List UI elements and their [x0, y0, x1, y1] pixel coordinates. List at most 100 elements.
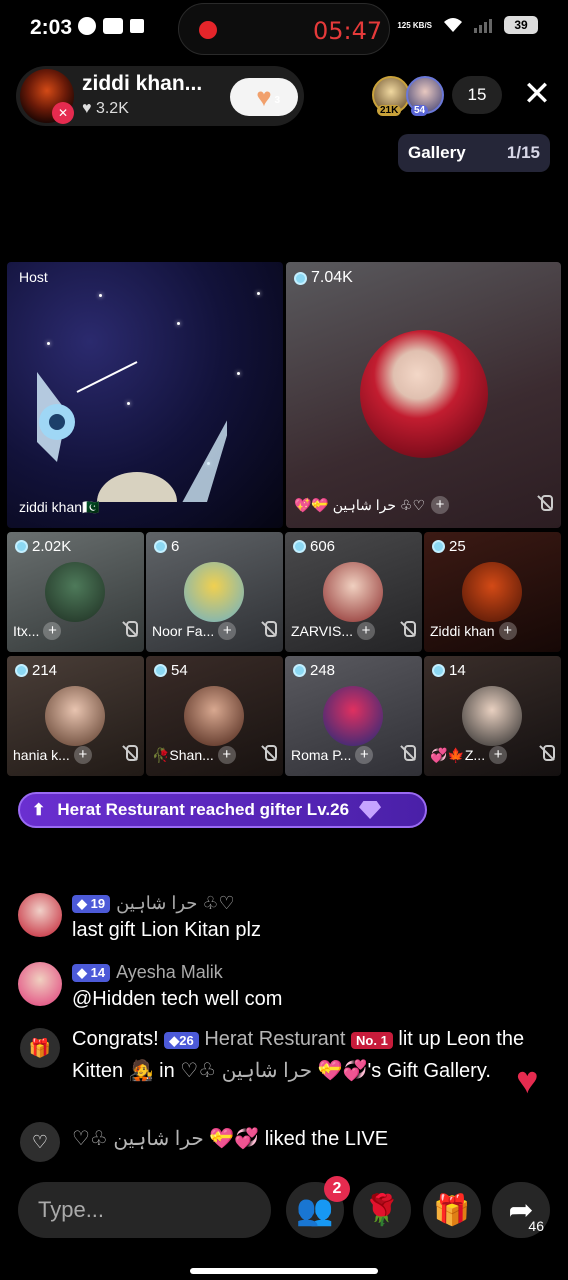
- guest-seat[interactable]: 248 Roma P... +: [285, 656, 422, 776]
- guest-seat[interactable]: 14 💞🍁Z... +: [424, 656, 561, 776]
- guest-avatar[interactable]: [184, 686, 244, 746]
- level-value: 14: [90, 964, 106, 980]
- guest-seat-featured[interactable]: 7.04K 💖💝 حرا شاہین ♧♡ +: [286, 262, 561, 528]
- level-value: 26: [179, 1033, 194, 1048]
- seat-name: Roma P... +: [291, 746, 374, 764]
- gem-icon: [15, 664, 28, 677]
- follow-button[interactable]: ♥ 3: [230, 78, 298, 116]
- liked-user[interactable]: ♡♧ حرا شاہین 💝💞: [72, 1128, 259, 1150]
- seat-count-value: 54: [171, 662, 188, 679]
- gifter-level-banner[interactable]: ⬆ Herat Resturant reached gifter Lv.26: [18, 792, 427, 828]
- seat-count-value: 248: [310, 662, 336, 679]
- guest-seat[interactable]: 2.02K Itx... +: [7, 532, 144, 652]
- follow-plus-icon[interactable]: +: [431, 496, 450, 514]
- floating-heart-icon: ♥: [516, 1060, 539, 1102]
- follow-plus-icon[interactable]: +: [355, 746, 374, 764]
- recording-dot-icon: [199, 21, 217, 39]
- follow-plus-icon[interactable]: +: [356, 622, 375, 640]
- guest-avatar[interactable]: [323, 686, 383, 746]
- host-profile-pill[interactable]: ✕ ziddi khan... ♥ 3.2K ♥ 3: [16, 66, 304, 126]
- guest-avatar[interactable]: [360, 330, 488, 458]
- chat-meta: ◆ 19 حرا شاہین ♧♡: [72, 893, 235, 914]
- follow-plus-icon[interactable]: +: [73, 746, 92, 764]
- follow-plus-icon[interactable]: +: [489, 746, 508, 764]
- viewer-avatar[interactable]: 54: [406, 76, 444, 116]
- follow-plus-icon[interactable]: +: [43, 622, 62, 640]
- seat-count-value: 7.04K: [311, 269, 353, 286]
- top-viewers[interactable]: 21K 54 15: [372, 76, 502, 116]
- host-seat[interactable]: Host ziddi khan🇵🇰: [7, 262, 283, 528]
- host-name: ziddi khan...: [82, 72, 203, 95]
- screen-recording-pill[interactable]: 05:47: [178, 3, 390, 55]
- gallery-owner[interactable]: ♡♧ حرا شاہین 💝💞: [180, 1060, 367, 1082]
- heart-outline-icon: ♡: [20, 1122, 60, 1162]
- congrats-mid: lit up: [398, 1028, 441, 1050]
- gallery-button[interactable]: Gallery 1/15: [398, 134, 550, 172]
- rank-badge: No. 1: [351, 1032, 393, 1049]
- guest-avatar[interactable]: [45, 686, 105, 746]
- mute-icon: [400, 745, 416, 764]
- seat-name: hania k... +: [13, 746, 92, 764]
- guest-avatar[interactable]: [45, 562, 105, 622]
- gem-icon: [293, 664, 306, 677]
- notification-icons: [78, 17, 144, 35]
- follow-plus-icon[interactable]: +: [218, 622, 237, 640]
- seat-count: 7.04K: [294, 269, 353, 287]
- gift-button[interactable]: 🎁: [423, 1182, 481, 1238]
- chat-avatar[interactable]: [18, 962, 62, 1006]
- share-count: 46: [528, 1218, 544, 1234]
- liked-text: ♡♧ حرا شاہین 💝💞 liked the LIVE: [72, 1124, 562, 1155]
- seat-count-value: 6: [171, 538, 180, 555]
- host-likes-count: 3.2K: [95, 100, 129, 117]
- seat-name-label: hania k...: [13, 747, 70, 763]
- guest-seat[interactable]: 214 hania k... +: [7, 656, 144, 776]
- mute-icon: [537, 495, 553, 514]
- level-value: 19: [90, 895, 106, 911]
- guests-badge: 2: [324, 1176, 350, 1202]
- guest-avatar[interactable]: [184, 562, 244, 622]
- mute-icon: [400, 621, 416, 640]
- chat-username: Ayesha Malik: [116, 962, 223, 982]
- status-bar: 2:03 05:47 125 KB/S 39: [0, 0, 568, 58]
- heart-icon: ♥: [256, 81, 272, 112]
- share-button[interactable]: ➦ 46: [492, 1182, 550, 1238]
- follow-plus-icon[interactable]: +: [498, 622, 517, 640]
- comment-input[interactable]: [18, 1182, 271, 1238]
- seat-name-label: 🥀Shan...: [152, 746, 214, 763]
- level-badge: ◆ 14: [72, 963, 111, 982]
- gallery-page: 1/15: [506, 143, 540, 162]
- guest-seat[interactable]: 606 ZARVIS... +: [285, 532, 422, 652]
- seat-name: 💞🍁Z... +: [430, 746, 508, 764]
- close-icon[interactable]: ✕: [520, 77, 554, 112]
- star: [99, 294, 102, 297]
- seat-name: 🥀Shan... +: [152, 746, 236, 764]
- rose-gift-button[interactable]: 🌹: [353, 1182, 411, 1238]
- guest-seat[interactable]: 6 Noor Fa... +: [146, 532, 283, 652]
- gifter-name[interactable]: Herat Resturant: [204, 1028, 345, 1050]
- seat-count: 248: [293, 662, 335, 679]
- host-likes: ♥ 3.2K: [82, 100, 129, 118]
- level-badge: ◆26: [164, 1032, 199, 1049]
- gift-icon: 🎁: [20, 1028, 60, 1068]
- star: [237, 372, 240, 375]
- gem-icon: [15, 540, 28, 553]
- guest-seat[interactable]: 54 🥀Shan... +: [146, 656, 283, 776]
- chat-avatar[interactable]: [18, 893, 62, 937]
- guest-avatar[interactable]: [462, 686, 522, 746]
- seat-count: 14: [432, 662, 466, 679]
- guest-seat[interactable]: 25 Ziddi khan +: [424, 532, 561, 652]
- follow-plus-icon[interactable]: +: [217, 746, 236, 764]
- gem-icon: [293, 540, 306, 553]
- viewer-count[interactable]: 15: [452, 76, 502, 114]
- mute-icon: [122, 745, 138, 764]
- viewer-avatar[interactable]: 21K: [372, 76, 410, 116]
- guests-button[interactable]: 👥 2: [286, 1176, 350, 1238]
- bird-animation-icon: [37, 361, 227, 502]
- seat-name-label: Ziddi khan: [430, 623, 495, 639]
- home-indicator[interactable]: [190, 1268, 378, 1274]
- guest-avatar[interactable]: [462, 562, 522, 622]
- congrats-prefix: Congrats!: [72, 1028, 159, 1050]
- guest-avatar[interactable]: [323, 562, 383, 622]
- seat-count-value: 14: [449, 662, 466, 679]
- seat-name-label: Noor Fa...: [152, 623, 215, 639]
